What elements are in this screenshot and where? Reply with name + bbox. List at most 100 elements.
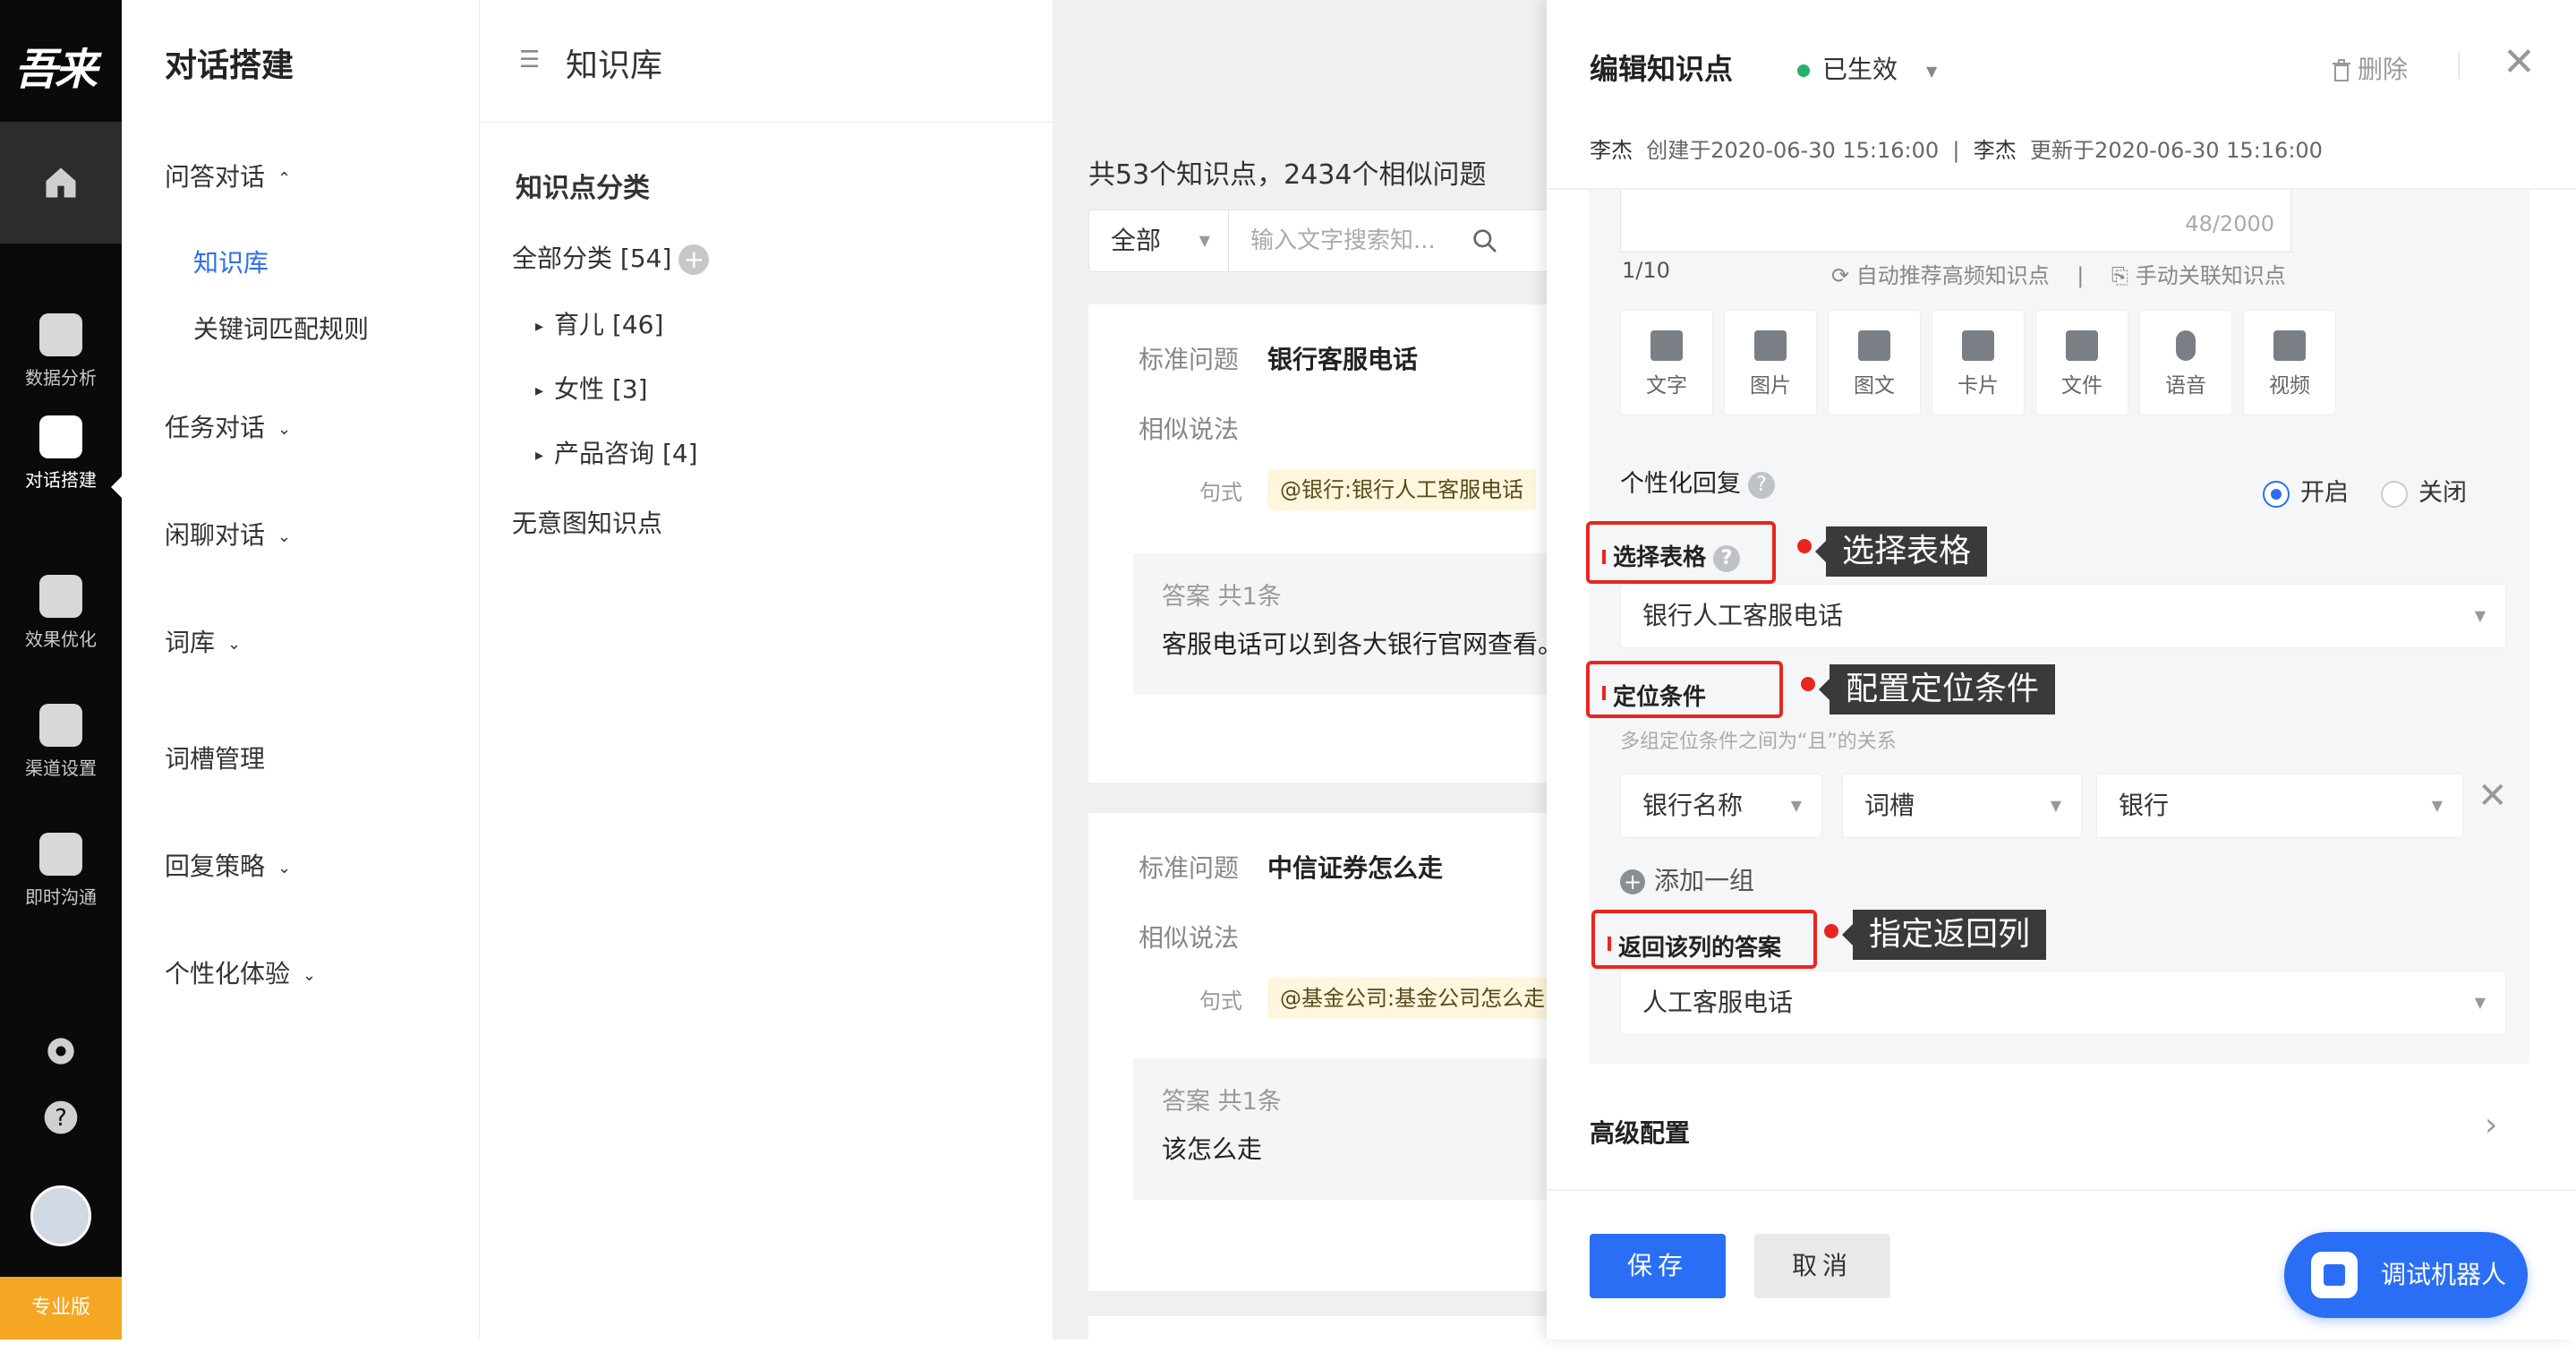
table-select[interactable]: 银行人工客服电话 ▼ (1620, 584, 2506, 648)
radio-dot (2263, 480, 2290, 508)
nav-sub-knowledge[interactable]: 知识库 (193, 244, 269, 279)
link-actions: ⟳ 自动推荐高频知识点 | ⎘ 手动关联知识点 (1831, 263, 2286, 288)
brand-logo[interactable]: 吾来 (14, 34, 98, 97)
type-voice[interactable]: 语音 (2139, 310, 2232, 415)
search-icon[interactable] (1471, 227, 1499, 255)
delete-button[interactable]: 删除 (2331, 50, 2408, 86)
chart-icon (39, 313, 82, 356)
condition-value-select[interactable]: 银行 ▼ (2096, 774, 2463, 838)
nav-group-task[interactable]: 任务对话 ⌄ (165, 408, 291, 444)
category-no-intent[interactable]: 无意图知识点 (512, 504, 662, 540)
type-image[interactable]: 图片 (1724, 310, 1817, 415)
menu-icon[interactable]: ☰ (519, 47, 540, 73)
chat-icon (39, 833, 82, 876)
close-icon[interactable]: ✕ (2503, 39, 2536, 85)
caret-down-icon: ▼ (1790, 797, 1802, 814)
std-label: 标准问题 (1139, 853, 1240, 883)
updater-name: 李杰 (1973, 138, 2017, 163)
avatar[interactable] (30, 1185, 91, 1246)
advanced-config[interactable]: 高级配置 (1590, 1114, 1690, 1150)
caret-right-icon: ▸ (535, 445, 544, 465)
return-column-select[interactable]: 人工客服电话 ▼ (1620, 971, 2506, 1035)
help-icon[interactable]: ? (1748, 471, 1775, 499)
select-table-label: 选择表格? (1613, 539, 1741, 572)
nav-group-lexicon[interactable]: 词库 ⌄ (165, 623, 241, 659)
rail-dialog-build[interactable]: 对话搭建 (0, 403, 122, 510)
secondary-nav: 对话搭建 问答对话 ⌃ 知识库 关键词匹配规则 任务对话 ⌄ 闲聊对话 ⌄ 词库 ⌄ 词… (122, 0, 480, 1339)
caret-down-icon: ▼ (2431, 797, 2443, 814)
type-file[interactable]: 文件 (2035, 310, 2128, 415)
chevron-right-icon[interactable]: › (2485, 1107, 2497, 1143)
remove-condition-icon[interactable]: ✕ (2478, 775, 2508, 817)
radio-on[interactable]: 开启 (2263, 473, 2349, 508)
nav-group-reply-strategy[interactable]: 回复策略 ⌄ (165, 847, 291, 883)
help-icon[interactable]: ? (41, 1098, 81, 1137)
radio-dot (2381, 480, 2408, 508)
chevron-down-icon: ⌄ (227, 634, 242, 654)
chevron-down-icon: ⌄ (303, 965, 317, 985)
category-item[interactable]: ▸ 育儿 [46] (535, 305, 663, 341)
category-item[interactable]: ▸ 产品咨询 [4] (535, 434, 698, 470)
edition-badge: 专业版 (0, 1277, 122, 1339)
category-label: 全部分类 [54] (512, 244, 672, 273)
type-rich[interactable]: 图文 (1828, 310, 1921, 415)
list-count: 共53个知识点，2434个相似问题 (1088, 159, 1487, 191)
manual-link[interactable]: 手动关联知识点 (2136, 263, 2286, 288)
card-icon (1962, 330, 1994, 361)
status-select[interactable]: 已生效 ▼ (1797, 50, 1937, 86)
knowledge-card[interactable]: 标准问题 银行客服电话 相似说法 句式 @银行:银行人工客服电话 答案 共1条 … (1088, 304, 1599, 783)
search-input[interactable]: 输入文字搜索知... (1250, 210, 1436, 271)
condition-field-select[interactable]: 银行名称 ▼ (1620, 774, 1822, 838)
created-time: 创建于2020-06-30 15:16:00 (1646, 138, 1940, 163)
pattern-label: 句式 (1199, 988, 1242, 1014)
rail-optimize[interactable]: 效果优化 (0, 562, 122, 670)
type-card[interactable]: 卡片 (1932, 310, 2025, 415)
condition-type-select[interactable]: 词槽 ▼ (1842, 774, 2082, 838)
rail-data-analysis[interactable]: 数据分析 (0, 301, 122, 408)
add-group-label: 添加一组 (1654, 866, 1755, 895)
knowledge-card[interactable] (1088, 1316, 1590, 1352)
rich-media-icon (1858, 330, 1890, 361)
gear-icon[interactable] (41, 1031, 81, 1071)
category-all[interactable]: 全部分类 [54] + (512, 239, 710, 275)
left-rail: 吾来 数据分析 对话搭建 效果优化 渠道设置 即时沟通 ? 专业版 (0, 0, 124, 1339)
home-button[interactable] (0, 122, 122, 244)
category-column: ☰ 知识库 知识点分类 全部分类 [54] + ▸ 育儿 [46] ▸ 女性 [3] … (480, 0, 1053, 1339)
rail-label: 渠道设置 (25, 757, 97, 779)
scope-select[interactable]: 全部 ▼ (1089, 210, 1229, 271)
type-video[interactable]: 视频 (2243, 310, 2336, 415)
nav-group-label: 词槽管理 (165, 744, 266, 774)
rail-chat[interactable]: 即时沟通 (0, 820, 122, 928)
chevron-down-icon: ⌄ (277, 858, 292, 877)
chevron-down-icon: ⌄ (277, 526, 292, 546)
nav-sub-keyword-rules[interactable]: 关键词匹配规则 (193, 310, 369, 346)
add-group-button[interactable]: + 添加一组 (1620, 861, 1754, 897)
nav-group-personal[interactable]: 个性化体验 ⌄ (165, 954, 316, 990)
svg-text:?: ? (55, 1105, 67, 1132)
save-button[interactable]: 保存 (1590, 1234, 1726, 1298)
type-text[interactable]: 文字 (1620, 310, 1713, 415)
reply-textarea[interactable]: 48/2000 (1620, 190, 2291, 252)
help-icon[interactable]: ? (1713, 544, 1741, 572)
type-label: 文字 (1646, 374, 1687, 398)
radio-off[interactable]: 关闭 (2381, 473, 2467, 508)
updated-time: 更新于2020-06-30 15:16:00 (2030, 138, 2323, 163)
channel-icon (39, 704, 82, 747)
knowledge-card[interactable]: 标准问题 中信证券怎么走 相似说法 句式 @基金公司:基金公司怎么走 答案 共1… (1088, 813, 1599, 1291)
category-item[interactable]: ▸ 女性 [3] (535, 370, 648, 406)
caret-right-icon: ▸ (535, 381, 544, 400)
answer-box: 答案 共1条 客服电话可以到各大银行官网查看。 (1133, 553, 1599, 695)
add-category-icon[interactable]: + (678, 244, 710, 275)
cancel-button[interactable]: 取消 (1754, 1234, 1890, 1298)
nav-group-qa[interactable]: 问答对话 ⌃ (165, 158, 291, 193)
rail-label: 效果优化 (25, 629, 97, 650)
return-column-highlight: 返回该列的答案 (1591, 910, 1817, 969)
nav-group-slots[interactable]: 词槽管理 (165, 740, 265, 775)
nav-group-chitchat[interactable]: 闲聊对话 ⌄ (165, 516, 291, 552)
required-marker (1608, 937, 1611, 951)
debug-bot-button[interactable]: 调试机器人 (2284, 1232, 2528, 1318)
rail-channel[interactable]: 渠道设置 (0, 691, 122, 799)
cube-icon (39, 575, 82, 618)
answer-head: 答案 共1条 (1162, 583, 1282, 611)
auto-recommend-link[interactable]: 自动推荐高频知识点 (1856, 263, 2050, 288)
